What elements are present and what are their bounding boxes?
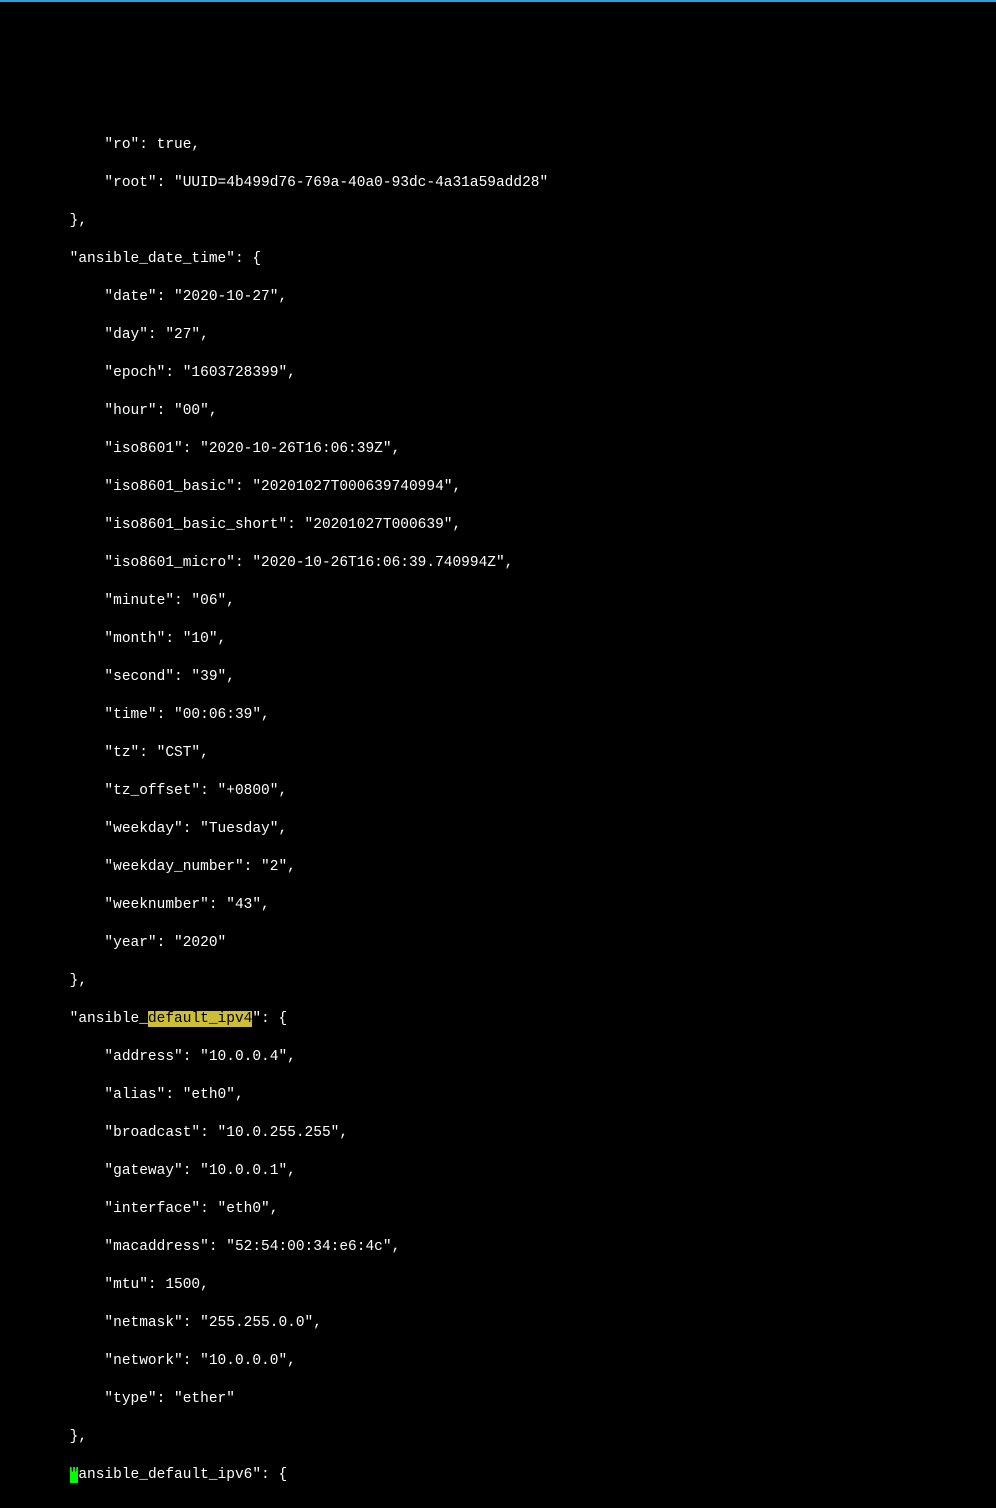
code-line: "hour": "00", <box>0 402 996 421</box>
code-line: "year": "2020" <box>0 934 996 953</box>
code-line: "broadcast": "10.0.255.255", <box>0 1124 996 1143</box>
code-line: "date": "2020-10-27", <box>0 288 996 307</box>
code-line: "type": "ether" <box>0 1390 996 1409</box>
search-highlight: default_ipv4 <box>148 1011 252 1027</box>
code-line: "epoch": "1603728399", <box>0 364 996 383</box>
code-line: "gateway": "10.0.0.1", <box>0 1162 996 1181</box>
code-line: "second": "39", <box>0 668 996 687</box>
code-line: "iso8601_basic_short": "20201027T000639"… <box>0 516 996 535</box>
code-line: "iso8601_basic": "20201027T000639740994"… <box>0 478 996 497</box>
code-line: "minute": "06", <box>0 592 996 611</box>
code-line: "weekday_number": "2", <box>0 858 996 877</box>
terminal-output[interactable]: "ro": true, "root": "UUID=4b499d76-769a-… <box>0 114 996 1504</box>
code-line: "netmask": "255.255.0.0", <box>0 1314 996 1333</box>
code-line: "iso8601": "2020-10-26T16:06:39Z", <box>0 440 996 459</box>
code-line: "root": "UUID=4b499d76-769a-40a0-93dc-4a… <box>0 174 996 193</box>
code-line: "address": "10.0.0.4", <box>0 1048 996 1067</box>
code-line: "weeknumber": "43", <box>0 896 996 915</box>
code-line: "ansible_date_time": { <box>0 250 996 269</box>
code-line: }, <box>0 972 996 991</box>
code-line: "mtu": 1500, <box>0 1276 996 1295</box>
code-line: "month": "10", <box>0 630 996 649</box>
code-line: "macaddress": "52:54:00:34:e6:4c", <box>0 1238 996 1257</box>
code-line: "weekday": "Tuesday", <box>0 820 996 839</box>
code-line: }, <box>0 1428 996 1447</box>
code-text: "ansible_ <box>0 1011 148 1027</box>
code-line: "alias": "eth0", <box>0 1086 996 1105</box>
code-line: }, <box>0 212 996 231</box>
code-line: "tz_offset": "+0800", <box>0 782 996 801</box>
window-top-border <box>0 0 996 2</box>
terminal-cursor: " <box>70 1467 79 1483</box>
code-text: ansible_default_ipv6": { <box>78 1467 287 1483</box>
code-line: "time": "00:06:39", <box>0 706 996 725</box>
code-line: "ro": true, <box>0 136 996 155</box>
code-line: "iso8601_micro": "2020-10-26T16:06:39.74… <box>0 554 996 573</box>
code-text: ": { <box>252 1011 287 1027</box>
code-line: "interface": "eth0", <box>0 1200 996 1219</box>
code-line-cursor: "ansible_default_ipv6": { <box>0 1466 996 1485</box>
code-line-highlighted: "ansible_default_ipv4": { <box>0 1010 996 1029</box>
code-text <box>0 1467 70 1483</box>
code-line: "network": "10.0.0.0", <box>0 1352 996 1371</box>
code-line: "day": "27", <box>0 326 996 345</box>
